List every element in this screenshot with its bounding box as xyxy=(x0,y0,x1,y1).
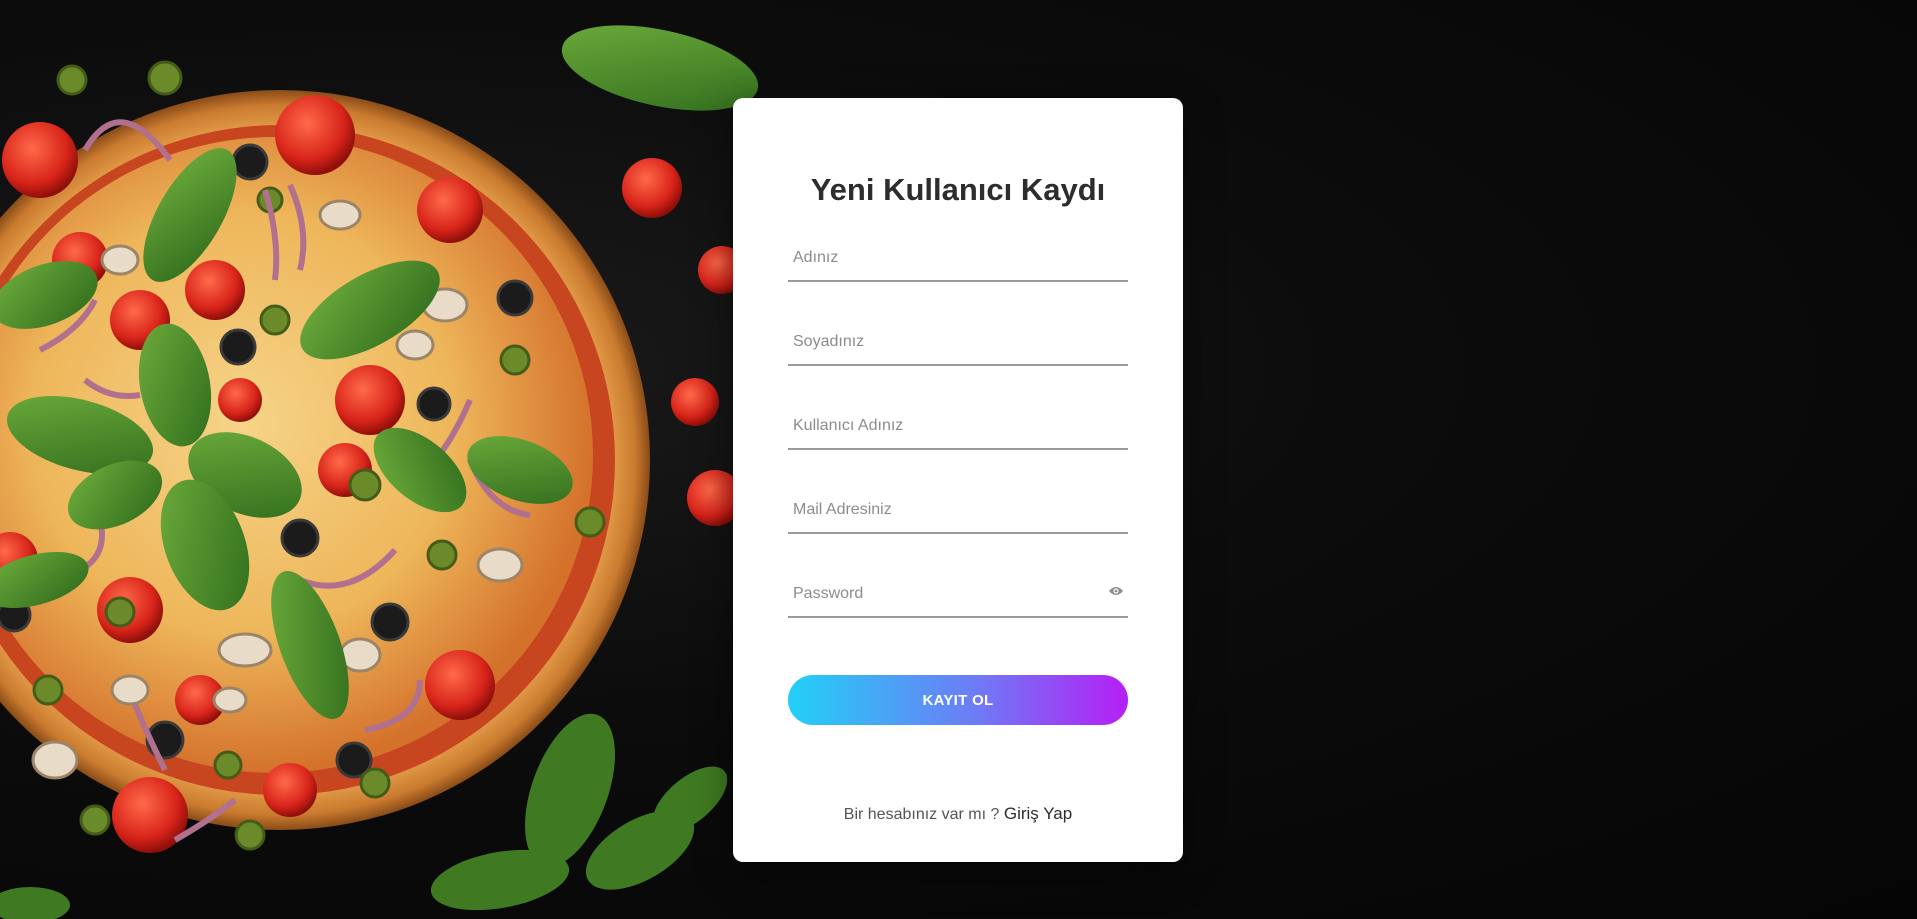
last-name-input[interactable] xyxy=(788,322,1128,362)
login-link[interactable]: Giriş Yap xyxy=(1004,804,1072,823)
registration-card: Yeni Kullanıcı Kaydı KAYIT OL Bir hesabı… xyxy=(733,98,1183,862)
login-prompt: Bir hesabınız var mı ? Giriş Yap xyxy=(733,804,1183,824)
last-name-field xyxy=(788,322,1128,366)
first-name-input[interactable] xyxy=(788,238,1128,278)
password-input[interactable] xyxy=(788,574,1128,614)
first-name-field xyxy=(788,238,1128,282)
email-field xyxy=(788,490,1128,534)
login-prompt-text: Bir hesabınız var mı ? xyxy=(843,806,1000,823)
eye-icon[interactable] xyxy=(1108,585,1124,597)
register-button[interactable]: KAYIT OL xyxy=(788,675,1128,725)
password-field xyxy=(788,574,1128,618)
email-input[interactable] xyxy=(788,490,1128,530)
page: Yeni Kullanıcı Kaydı KAYIT OL Bir hesabı… xyxy=(0,0,1917,919)
username-field xyxy=(788,406,1128,450)
username-input[interactable] xyxy=(788,406,1128,446)
page-title: Yeni Kullanıcı Kaydı xyxy=(810,172,1106,207)
